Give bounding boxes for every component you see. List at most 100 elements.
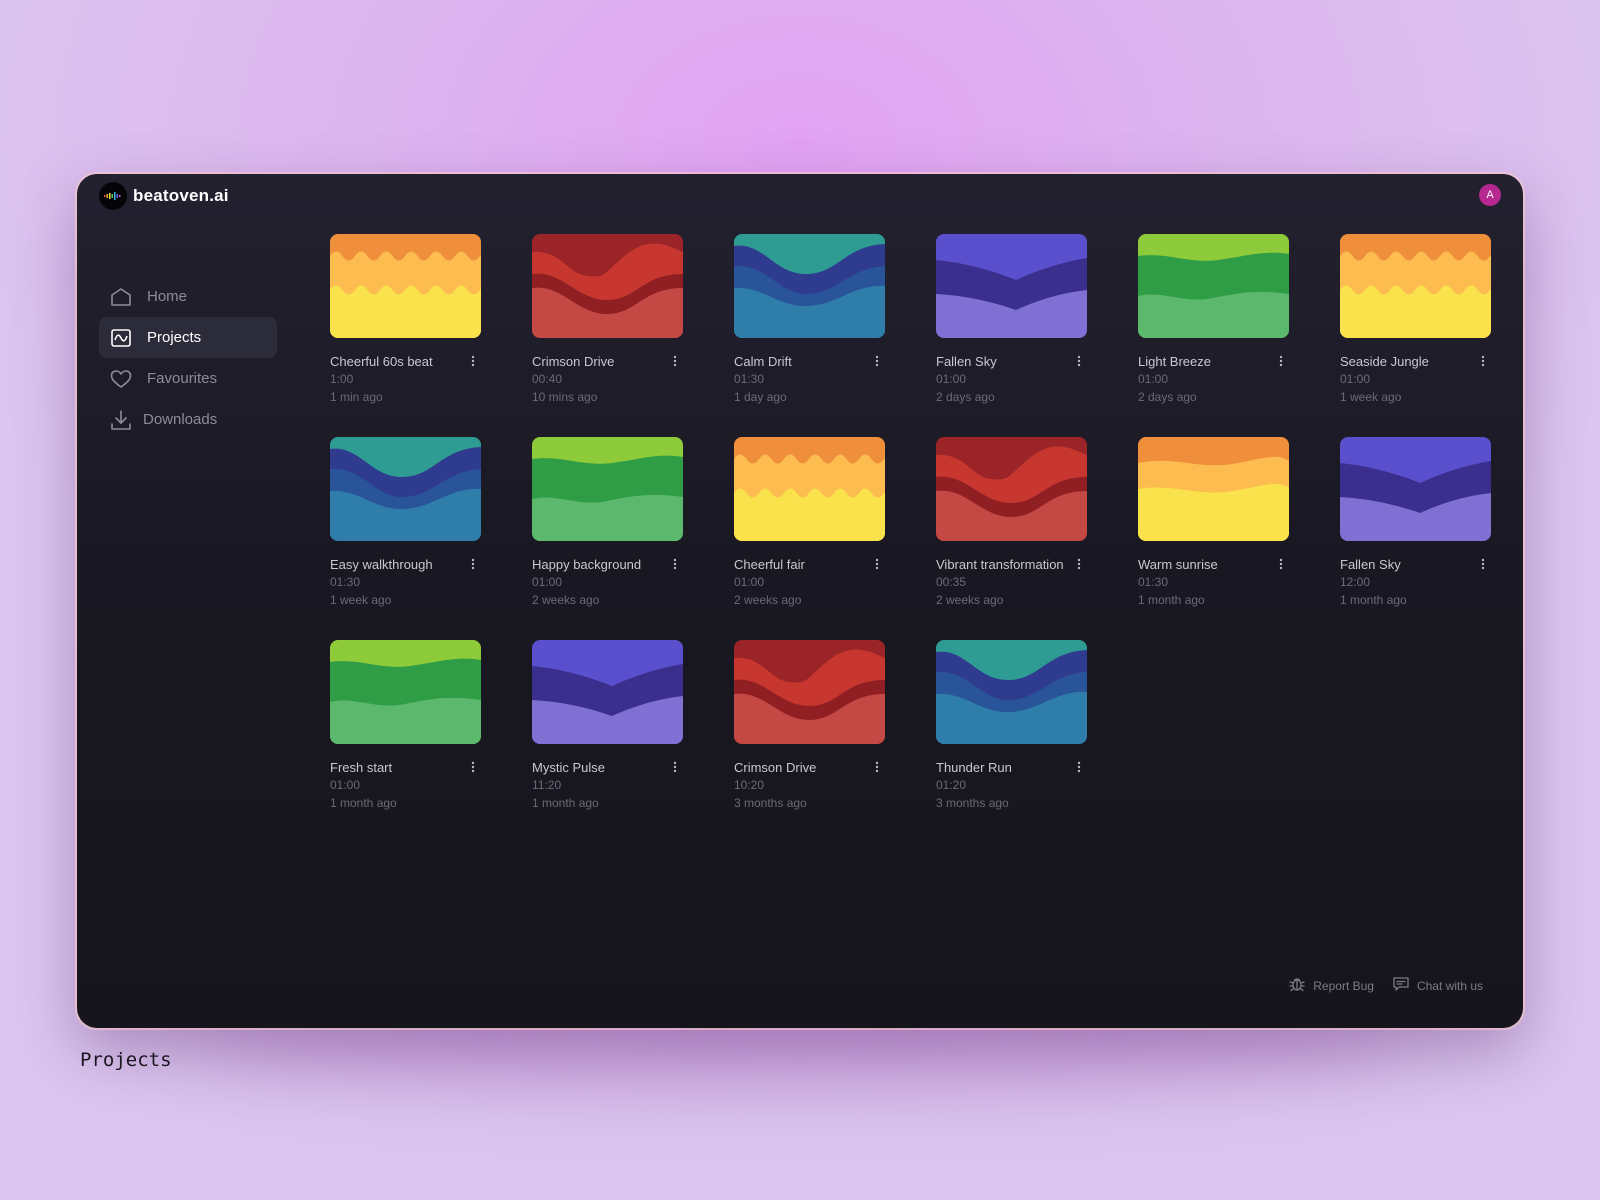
project-card[interactable]: Fresh start 01:00 1 month ago: [330, 640, 482, 813]
project-title[interactable]: Calm Drift: [734, 354, 792, 369]
chat-icon: [1392, 975, 1410, 996]
brand-name: beatoven.ai: [133, 186, 229, 205]
more-options-icon[interactable]: [872, 354, 882, 368]
sidebar-item-home[interactable]: Home: [99, 276, 277, 317]
project-card[interactable]: Crimson Drive 10:20 3 months ago: [734, 640, 886, 813]
project-thumbnail[interactable]: [532, 640, 683, 744]
project-duration: 01:00: [936, 372, 967, 386]
project-title[interactable]: Light Breeze: [1138, 354, 1211, 369]
project-date: 1 day ago: [734, 390, 787, 404]
sidebar-item-projects[interactable]: Projects: [99, 317, 277, 358]
project-card[interactable]: Happy background 01:00 2 weeks ago: [532, 437, 684, 610]
project-date: 2 days ago: [936, 390, 995, 404]
more-options-icon[interactable]: [1478, 557, 1488, 571]
project-title[interactable]: Vibrant transformation: [936, 557, 1064, 572]
project-card[interactable]: Crimson Drive 00:40 10 mins ago: [532, 234, 684, 407]
project-thumbnail[interactable]: [734, 640, 885, 744]
more-options-icon[interactable]: [1074, 557, 1084, 571]
project-thumbnail[interactable]: [1138, 437, 1289, 541]
project-title[interactable]: Fresh start: [330, 760, 392, 775]
project-duration: 01:00: [734, 575, 765, 589]
project-card[interactable]: Vibrant transformation 00:35 2 weeks ago: [936, 437, 1088, 610]
project-card[interactable]: Thunder Run 01:20 3 months ago: [936, 640, 1088, 813]
sidebar-item-label: Favourites: [147, 370, 218, 387]
project-thumbnail[interactable]: [936, 234, 1087, 338]
project-title[interactable]: Fallen Sky: [936, 354, 997, 369]
more-options-icon[interactable]: [468, 760, 478, 774]
project-thumbnail[interactable]: [936, 437, 1087, 541]
more-options-icon[interactable]: [1276, 557, 1286, 571]
project-title[interactable]: Crimson Drive: [734, 760, 816, 775]
project-thumbnail[interactable]: [1138, 234, 1289, 338]
project-thumbnail[interactable]: [936, 640, 1087, 744]
project-card[interactable]: Fallen Sky 01:00 2 days ago: [936, 234, 1088, 407]
project-card[interactable]: Seaside Jungle 01:00 1 week ago: [1340, 234, 1492, 407]
project-title[interactable]: Thunder Run: [936, 760, 1012, 775]
sidebar: Home Projects Favourites Downloads: [99, 276, 277, 440]
chat-link[interactable]: Chat with us: [1392, 975, 1483, 996]
project-thumbnail[interactable]: [532, 234, 683, 338]
sidebar-item-favourites[interactable]: Favourites: [99, 358, 277, 399]
project-title[interactable]: Mystic Pulse: [532, 760, 605, 775]
project-title[interactable]: Warm sunrise: [1138, 557, 1218, 572]
project-date: 1 month ago: [1340, 593, 1407, 607]
project-thumbnail[interactable]: [330, 640, 481, 744]
brand-logo[interactable]: beatoven.ai: [99, 182, 229, 210]
heart-icon: [109, 367, 133, 391]
project-card[interactable]: Fallen Sky 12:00 1 month ago: [1340, 437, 1492, 610]
more-options-icon[interactable]: [872, 760, 882, 774]
project-duration: 01:30: [1138, 575, 1169, 589]
project-duration: 01:00: [532, 575, 563, 589]
more-options-icon[interactable]: [1478, 354, 1488, 368]
project-title[interactable]: Crimson Drive: [532, 354, 614, 369]
project-card[interactable]: Cheerful 60s beat 1:00 1 min ago: [330, 234, 482, 407]
project-thumbnail[interactable]: [1340, 437, 1491, 541]
more-options-icon[interactable]: [1074, 354, 1084, 368]
project-date: 2 weeks ago: [936, 593, 1004, 607]
more-options-icon[interactable]: [670, 557, 680, 571]
project-title[interactable]: Easy walkthrough: [330, 557, 433, 572]
project-duration: 01:20: [936, 778, 967, 792]
project-thumbnail[interactable]: [1340, 234, 1491, 338]
app-window: beatoven.ai A Home Projects Favourites D…: [77, 174, 1523, 1028]
more-options-icon[interactable]: [670, 354, 680, 368]
project-title[interactable]: Cheerful 60s beat: [330, 354, 433, 369]
more-options-icon[interactable]: [872, 557, 882, 571]
project-date: 2 weeks ago: [734, 593, 802, 607]
project-date: 2 weeks ago: [532, 593, 600, 607]
download-icon: [109, 408, 133, 432]
project-title[interactable]: Fallen Sky: [1340, 557, 1401, 572]
project-card[interactable]: Easy walkthrough 01:30 1 week ago: [330, 437, 482, 610]
project-card[interactable]: Cheerful fair 01:00 2 weeks ago: [734, 437, 886, 610]
sidebar-item-downloads[interactable]: Downloads: [99, 399, 277, 440]
project-date: 3 months ago: [936, 796, 1009, 810]
project-thumbnail[interactable]: [734, 437, 885, 541]
project-duration: 01:00: [1340, 372, 1371, 386]
project-date: 10 mins ago: [532, 390, 598, 404]
project-card[interactable]: Warm sunrise 01:30 1 month ago: [1138, 437, 1290, 610]
project-thumbnail[interactable]: [330, 437, 481, 541]
more-options-icon[interactable]: [670, 760, 680, 774]
user-avatar[interactable]: A: [1479, 184, 1501, 206]
project-date: 1 month ago: [1138, 593, 1205, 607]
more-options-icon[interactable]: [468, 354, 478, 368]
project-card[interactable]: Mystic Pulse 11:20 1 month ago: [532, 640, 684, 813]
more-options-icon[interactable]: [1276, 354, 1286, 368]
sidebar-item-label: Downloads: [143, 411, 218, 428]
project-card[interactable]: Calm Drift 01:30 1 day ago: [734, 234, 886, 407]
project-card[interactable]: Light Breeze 01:00 2 days ago: [1138, 234, 1290, 407]
chat-label: Chat with us: [1416, 978, 1483, 993]
project-date: 3 months ago: [734, 796, 807, 810]
project-duration: 10:20: [734, 778, 765, 792]
report-bug-link[interactable]: Report Bug: [1288, 975, 1374, 996]
project-duration: 00:35: [936, 575, 967, 589]
logo-icon: [99, 182, 127, 210]
more-options-icon[interactable]: [468, 557, 478, 571]
project-thumbnail[interactable]: [330, 234, 481, 338]
project-title[interactable]: Cheerful fair: [734, 557, 805, 572]
project-title[interactable]: Seaside Jungle: [1340, 354, 1429, 369]
project-thumbnail[interactable]: [532, 437, 683, 541]
project-thumbnail[interactable]: [734, 234, 885, 338]
project-title[interactable]: Happy background: [532, 557, 641, 572]
more-options-icon[interactable]: [1074, 760, 1084, 774]
